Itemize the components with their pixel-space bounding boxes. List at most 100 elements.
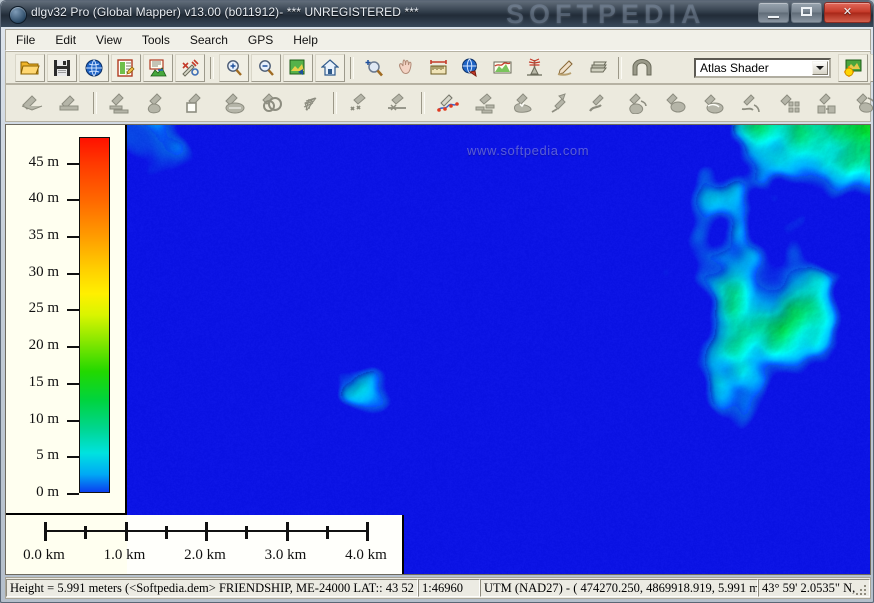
zoom-in-icon[interactable] (219, 53, 249, 82)
create-line-icon[interactable] (102, 87, 138, 119)
window-title: dlgv32 Pro (Global Mapper) v13.00 (b0119… (31, 5, 419, 19)
menu-item-view[interactable]: View (87, 31, 131, 49)
create-area-icon[interactable] (140, 87, 176, 119)
title-bar: dlgv32 Pro (Global Mapper) v13.00 (b0119… (1, 1, 873, 27)
create-circle-icon[interactable] (254, 87, 290, 119)
create-rectangle-icon[interactable] (178, 87, 214, 119)
scale-tick (164, 526, 168, 539)
feature-info-icon[interactable] (455, 54, 485, 82)
digitizer-move-icon[interactable] (52, 87, 88, 119)
legend-tick (67, 382, 79, 385)
merge-feature-icon[interactable] (848, 87, 873, 119)
advanced-feature-icon[interactable] (734, 87, 770, 119)
legend-tick-label: 20 m (28, 337, 59, 354)
menu-bar: File Edit View Tools Search GPS Help (5, 29, 871, 51)
simplify-line-icon[interactable] (696, 87, 732, 119)
legend-tick-label: 0 m (36, 484, 59, 500)
scale-bar-overlay (127, 515, 402, 574)
zoom-to-layer-icon[interactable] (283, 53, 313, 82)
minimize-icon (768, 16, 779, 18)
legend-tick (67, 162, 79, 165)
maximize-button[interactable] (791, 2, 822, 23)
close-button[interactable]: ✕ (824, 2, 871, 23)
status-bar: Height = 5.991 meters (<Softpedia.dem> F… (5, 577, 871, 599)
app-icon (9, 6, 27, 24)
projection-readout: UTM (NAD27) - ( 474270.250, 4869918.919,… (480, 579, 758, 597)
copy-attributes-icon[interactable] (772, 87, 808, 119)
menu-item-help[interactable]: Help (284, 31, 327, 49)
combine-feature-icon[interactable] (380, 87, 416, 119)
scale-tick (205, 522, 208, 541)
shader-select[interactable]: Atlas Shader (694, 57, 831, 78)
map-canvas-pane[interactable]: www.softpedia.com (127, 125, 870, 574)
coverage-icon[interactable] (583, 54, 613, 82)
scale-readout: 1:46960 (418, 579, 480, 597)
line-from-area-icon[interactable] (544, 87, 580, 119)
configure-icon[interactable] (175, 53, 205, 82)
full-view-home-icon[interactable] (315, 53, 345, 82)
application-window: dlgv32 Pro (Global Mapper) v13.00 (b0119… (0, 0, 874, 603)
zoom-tool-icon[interactable] (359, 54, 389, 82)
toolbar-separator (210, 56, 214, 79)
zoom-out-icon[interactable] (251, 53, 281, 82)
menu-item-edit[interactable]: Edit (46, 31, 85, 49)
save-workspace-icon[interactable] (47, 53, 77, 82)
resize-grip-icon[interactable] (854, 583, 868, 597)
crop-features-icon[interactable] (468, 87, 504, 119)
view-shed-icon[interactable] (519, 54, 549, 82)
digitizer-toolbar (5, 84, 873, 122)
minimize-button[interactable] (758, 2, 789, 23)
smooth-line-icon[interactable] (658, 87, 694, 119)
map-view-container: www.softpedia.com 45 m 40 m 35 m 30 m 25 m 20… (5, 124, 871, 575)
offset-feature-icon[interactable] (582, 87, 618, 119)
open-file-icon[interactable] (15, 53, 45, 82)
toolbar-separator (421, 92, 425, 114)
pan-hand-icon[interactable] (391, 54, 421, 82)
legend-tick-label: 5 m (36, 447, 59, 464)
create-range-ring-icon[interactable] (216, 87, 252, 119)
menu-item-gps[interactable]: GPS (239, 31, 282, 49)
legend-tick (67, 346, 79, 349)
open-control-center-icon[interactable] (111, 53, 141, 82)
scale-tick (84, 526, 88, 539)
elevation-legend: 45 m 40 m 35 m 30 m 25 m 20 m 15 m 10 m 5 m 0 m (6, 125, 127, 515)
area-from-lines-icon[interactable] (506, 87, 542, 119)
measure-ruler-icon[interactable] (423, 54, 453, 82)
path-profile-icon[interactable] (487, 54, 517, 82)
scale-label: 3.0 km (264, 547, 307, 563)
reshape-area-icon[interactable] (620, 87, 656, 119)
scale-tick (325, 526, 329, 539)
menu-item-tools[interactable]: Tools (133, 31, 179, 49)
split-feature-icon[interactable] (342, 87, 378, 119)
open-online-data-icon[interactable] (79, 53, 109, 82)
edit-vertices-icon[interactable] (430, 87, 466, 119)
menu-item-file[interactable]: File (7, 31, 44, 49)
scale-label: 1.0 km (103, 547, 146, 563)
terrain-map[interactable] (127, 125, 870, 574)
legend-tick-label: 30 m (28, 263, 59, 280)
chevron-down-icon[interactable] (812, 60, 828, 75)
legend-tick (67, 493, 79, 495)
legend-tick-label: 35 m (28, 227, 59, 244)
toolbar-separator (350, 56, 354, 79)
legend-tick (67, 419, 79, 422)
export-icon[interactable] (143, 53, 173, 82)
height-readout: Height = 5.991 meters (<Softpedia.dem> F… (6, 579, 418, 597)
shader-options-icon[interactable] (838, 53, 868, 82)
create-grid-icon[interactable] (292, 87, 328, 119)
digitizer-select-icon[interactable] (14, 87, 50, 119)
menu-item-search[interactable]: Search (181, 31, 237, 49)
legend-tick-label: 25 m (28, 300, 59, 317)
close-icon: ✕ (842, 6, 853, 18)
duplicate-feature-icon[interactable] (810, 87, 846, 119)
main-toolbar: Atlas Shader 3D (5, 51, 873, 84)
legend-tick (67, 456, 79, 459)
legend-tick-label: 15 m (28, 373, 59, 390)
tunnel-3d-icon[interactable] (627, 54, 657, 82)
scale-tick (44, 522, 47, 541)
digitizer-icon[interactable] (551, 54, 581, 82)
legend-tick (67, 199, 79, 202)
toolbar-separator (93, 92, 97, 114)
view-3d-icon[interactable]: 3D (870, 53, 873, 82)
toolbar-separator (618, 56, 622, 79)
